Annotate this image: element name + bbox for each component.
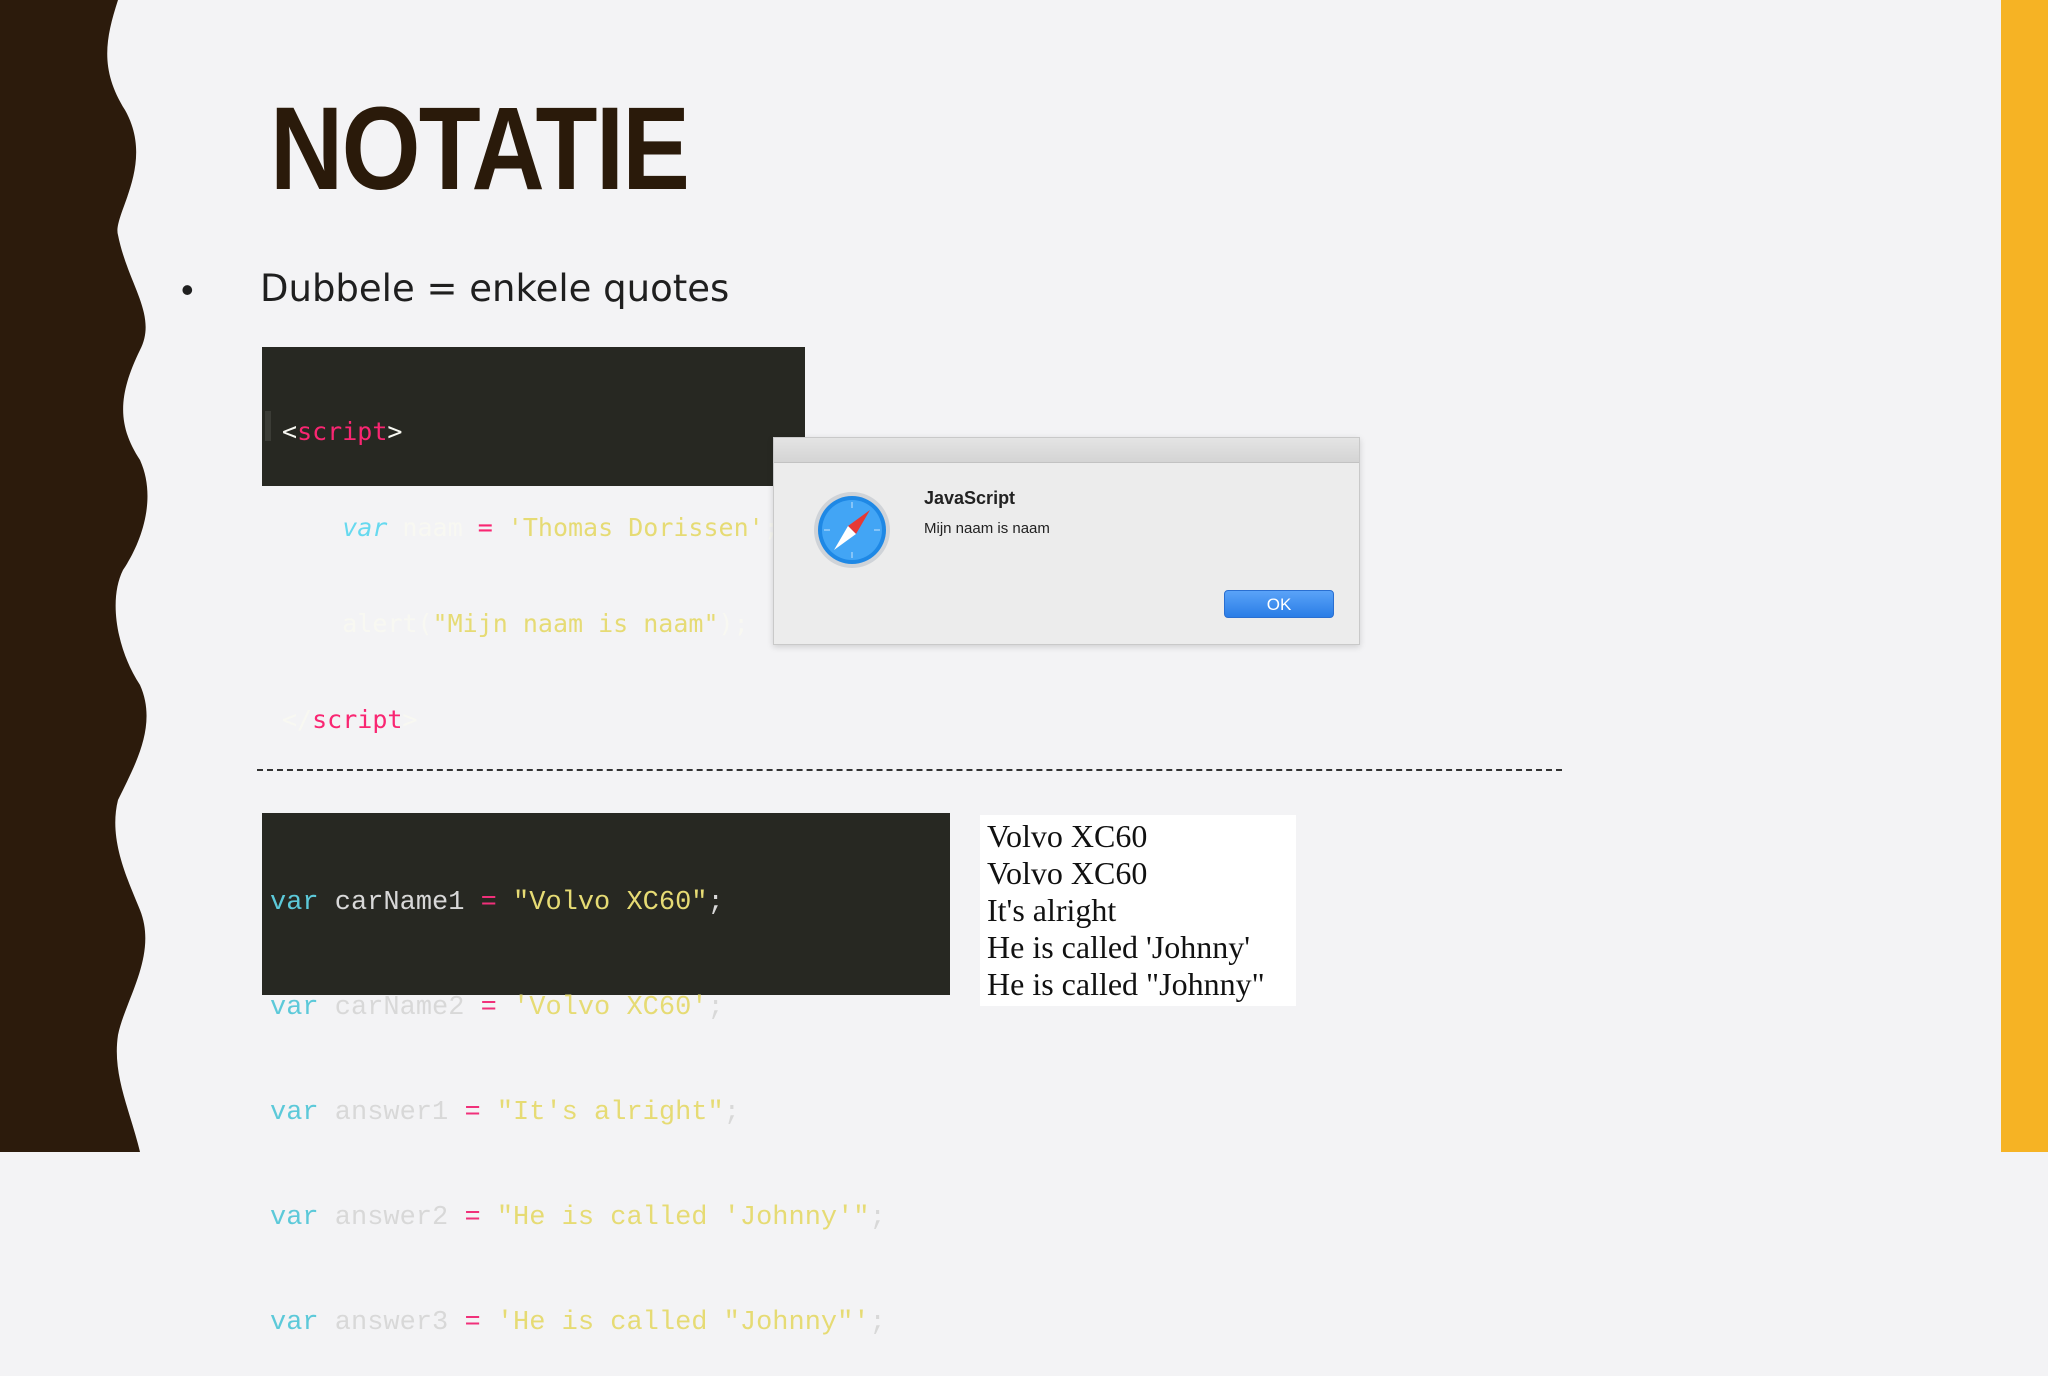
bullet-text: Dubbele = enkele quotes <box>260 267 730 310</box>
output-line: Volvo XC60 <box>987 855 1148 891</box>
output-line: It's alright <box>987 892 1117 928</box>
bullet-point: • <box>181 269 194 310</box>
code-line: var answer1 = "It's alright"; <box>270 1098 740 1128</box>
alert-title: JavaScript <box>924 488 1016 508</box>
output-line: He is called "Johnny" <box>987 966 1265 1002</box>
code-line: var carName2 = 'Volvo XC60'; <box>270 993 724 1023</box>
output-line: He is called 'Johnny' <box>987 929 1251 965</box>
code-line: var answer2 = "He is called 'Johnny'"; <box>270 1203 886 1233</box>
browser-output: Volvo XC60 Volvo XC60 It's alright He is… <box>980 815 1296 1006</box>
code-line: alert("Mijn naam is naam"); <box>342 609 749 638</box>
editor-gutter-marker <box>265 411 271 441</box>
code-line: var carName1 = "Volvo XC60"; <box>270 888 724 918</box>
alert-titlebar <box>774 438 1359 463</box>
alert-message: Mijn naam is naam <box>924 520 1050 537</box>
compass-icon <box>814 492 890 568</box>
output-line: Volvo XC60 <box>987 818 1148 854</box>
alert-dialog: JavaScript Mijn naam is naam OK <box>773 437 1360 645</box>
accent-stripe <box>2001 0 2048 1152</box>
slide-title: NOTATIE <box>270 83 690 215</box>
code-line: var answer3 = 'He is called "Johnny"'; <box>270 1308 886 1338</box>
wavy-border-decoration <box>0 0 148 1152</box>
code-block-script: <script> var naam = 'Thomas Dorissen'; a… <box>262 347 805 734</box>
code-line: </script> <box>282 705 418 734</box>
code-block-variables: var carName1 = "Volvo XC60"; var carName… <box>262 813 950 1338</box>
dashed-separator <box>257 769 1562 771</box>
code-line: var naam = 'Thomas Dorissen'; <box>342 513 779 542</box>
ok-button[interactable]: OK <box>1224 590 1334 618</box>
code-line: <script> <box>282 417 403 446</box>
